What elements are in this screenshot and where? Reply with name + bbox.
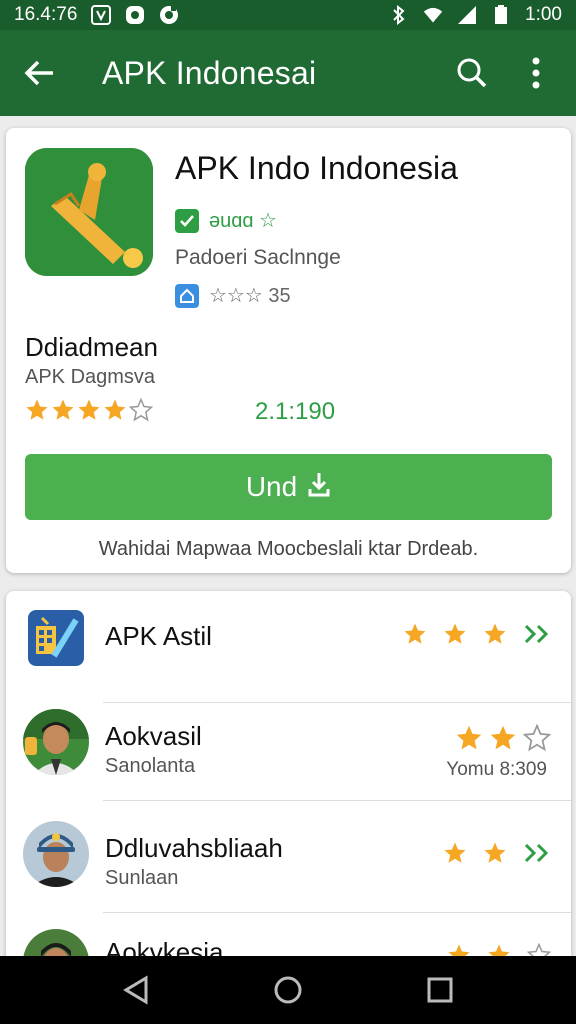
star-filled-icon [52,399,74,420]
star-filled-icon [104,399,126,420]
chevron-right-icon[interactable] [523,842,551,864]
v-badge-icon [91,5,112,25]
star-filled-icon [78,399,100,420]
verified-label: ǝuɑɑ ☆ [209,210,277,232]
section-title: Ddiadmean [25,332,158,362]
rating-stars [25,398,153,422]
nav-back-icon[interactable] [116,970,156,1010]
app-thumbnail [28,610,84,666]
list-item[interactable]: Ddluvahsbliaah Sunlaan [6,801,571,913]
star-filled-icon [456,725,482,750]
star-filled-icon [444,623,466,644]
list-item[interactable]: APK Astil [6,591,571,703]
app-bar: APK Indonesai [0,30,576,116]
developer-name[interactable]: Padoeri Saclnnge [175,246,341,270]
list-item-title: APK Astil [105,621,212,651]
list-item-title: Ddluvahsbliaah [105,833,283,863]
star-filled-icon [404,623,426,644]
rating-count: 2.1:190 [255,398,336,425]
app-detail-card: APK Indo Indonesia ǝuɑɑ ☆ Padoeri Saclnn… [6,128,571,573]
nav-home-icon[interactable] [268,970,308,1010]
notification-icon [159,5,179,25]
app-name: APK Indo Indonesia [175,150,458,186]
star-filled-icon [490,725,516,750]
list-item-stars [455,724,551,752]
list-item-stars [443,841,551,865]
verified-row: ǝuɑɑ ☆ [175,208,277,233]
status-time-right: 1:00 [525,4,562,25]
star-filled-icon [484,623,506,644]
install-button[interactable]: Und [25,454,552,520]
verified-check-icon [175,208,199,233]
list-item-subtitle: Sunlaan [105,867,179,889]
star-empty-icon [129,398,153,422]
list-item-note: Yomu 8:309 [446,759,547,780]
list-item-stars [403,622,551,646]
avatar [23,709,89,775]
star-filled-icon [484,842,506,863]
install-label: Und [245,471,298,502]
bluetooth-icon [389,5,409,25]
status-bar: 16.4:76 1:00 [0,0,576,30]
avatar [23,821,89,887]
list-item[interactable]: Aokvasil Sanolanta Yomu 8:309 [6,689,571,801]
status-time: 16.4:76 [14,4,78,25]
more-vert-icon[interactable] [514,51,558,95]
star-filled-icon [26,399,48,420]
app-logo [25,148,153,276]
battery-icon [491,5,511,25]
download-icon [307,471,331,504]
home-icon [175,283,199,308]
list-item-title: Aokvasil [105,721,202,751]
footnote: Wahidai Mapwaa Moocbeslali ktar Drdeab. [98,538,479,560]
back-arrow-icon[interactable] [18,51,62,95]
notification-icon [125,5,145,25]
page-title: APK Indonesai [102,54,317,91]
chevron-right-icon[interactable] [523,623,551,645]
meta-row: ☆☆☆ 35 [175,283,291,308]
related-apps-list: APK Astil Aokvasil Sanolanta Yomu 8:309 [6,591,571,971]
list-item-subtitle: Sanolanta [105,755,196,777]
search-icon[interactable] [450,51,494,95]
star-filled-icon [444,842,466,863]
system-nav-bar [0,956,576,1024]
meta-label: ☆☆☆ 35 [209,285,291,307]
signal-icon [457,5,477,25]
nav-recents-icon[interactable] [420,970,460,1010]
wifi-icon [423,5,443,25]
star-empty-icon [523,724,551,752]
section-subtitle: APK Dagmsva [25,366,156,388]
